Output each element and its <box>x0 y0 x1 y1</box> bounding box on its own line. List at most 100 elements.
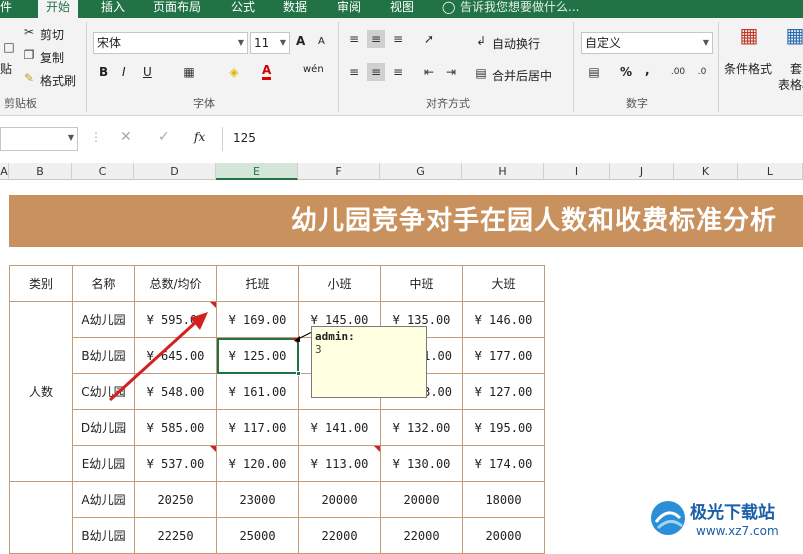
cell-total[interactable]: 22250 <box>134 517 217 554</box>
tab-home[interactable]: 开始 <box>38 0 79 18</box>
orientation-icon[interactable]: ➚ <box>420 30 438 48</box>
font-size-select[interactable]: 11 ▼ <box>250 32 290 54</box>
align-top-icon[interactable]: ≡ <box>345 30 363 48</box>
cell[interactable]: ¥ 177.00 <box>462 337 545 374</box>
format-table-button[interactable]: 套 <box>790 60 802 77</box>
header-name[interactable]: 名称 <box>72 265 135 302</box>
copy-icon[interactable]: ❐ <box>20 46 38 64</box>
column-header[interactable]: L <box>738 163 803 180</box>
formula-input[interactable]: 125 <box>222 127 803 151</box>
cell[interactable]: ¥ 174.00 <box>462 445 545 482</box>
column-header[interactable]: K <box>674 163 738 180</box>
selected-cell[interactable]: ¥ 125.00 <box>216 337 301 376</box>
paste-button[interactable]: 贴 <box>0 60 12 77</box>
column-header[interactable]: C <box>72 163 134 180</box>
format-painter-icon[interactable]: ✎ <box>20 69 38 87</box>
scissors-icon[interactable]: ✂ <box>20 23 38 41</box>
cell[interactable]: ¥ 120.00 <box>216 445 299 482</box>
header-total[interactable]: 总数/均价 <box>134 265 217 302</box>
column-header[interactable]: H <box>462 163 544 180</box>
tab-page-layout[interactable]: 页面布局 <box>153 0 201 18</box>
cell[interactable]: ¥ 146.00 <box>462 301 545 338</box>
format-painter-button[interactable]: 格式刷 <box>40 72 76 89</box>
paste-icon[interactable]: □ <box>0 38 18 56</box>
tab-view[interactable]: 视图 <box>390 0 414 18</box>
sheet-title-banner[interactable]: 幼儿园竞争对手在园人数和收费标准分析 <box>9 195 803 247</box>
percent-button[interactable]: % <box>620 65 632 79</box>
comma-button[interactable]: , <box>645 63 650 77</box>
shrink-font-button[interactable]: A <box>318 36 325 47</box>
group-label-count[interactable]: 人数 <box>9 301 73 482</box>
cell[interactable]: ¥ 127.00 <box>462 373 545 410</box>
grow-font-button[interactable]: A <box>296 34 305 48</box>
group-label-fee[interactable] <box>9 481 73 554</box>
currency-icon[interactable]: ▤ <box>585 63 603 81</box>
format-table-icon[interactable]: ▦ <box>785 25 803 52</box>
align-bottom-icon[interactable]: ≡ <box>389 30 407 48</box>
column-header[interactable]: A <box>0 163 9 180</box>
name-box[interactable]: ▼ <box>0 127 78 151</box>
cell[interactable]: 25000 <box>216 517 299 554</box>
cell[interactable]: 18000 <box>462 481 545 518</box>
cell[interactable]: 20000 <box>462 517 545 554</box>
cell[interactable]: 20000 <box>298 481 381 518</box>
row-name[interactable]: E幼儿园 <box>72 445 135 482</box>
wrap-text-button[interactable]: 自动换行 <box>492 35 540 52</box>
tab-review[interactable]: 审阅 <box>337 0 361 18</box>
phonetic-button[interactable]: wén <box>303 64 324 75</box>
font-color-button[interactable]: A <box>262 63 272 80</box>
cell[interactable]: 22000 <box>380 517 463 554</box>
insert-function-button[interactable]: fx <box>194 130 205 144</box>
copy-button[interactable]: 复制 <box>40 49 64 66</box>
row-name[interactable]: D幼儿园 <box>72 409 135 446</box>
cell[interactable]: ¥ 117.00 <box>216 409 299 446</box>
column-header[interactable]: I <box>544 163 610 180</box>
align-middle-icon[interactable]: ≡ <box>367 30 385 48</box>
cell-total[interactable]: 20250 <box>134 481 217 518</box>
merge-center-button[interactable]: 合并后居中 <box>492 67 552 84</box>
column-header[interactable]: B <box>9 163 72 180</box>
fill-color-icon[interactable]: ◈ <box>225 63 243 81</box>
tell-me-box[interactable]: 告诉我您想要做什么... <box>460 0 579 18</box>
comment-box[interactable]: admin: 3 <box>311 326 427 398</box>
merge-icon[interactable]: ▤ <box>472 64 490 82</box>
wrap-text-icon[interactable]: ↲ <box>472 32 490 50</box>
decrease-indent-icon[interactable]: ⇤ <box>420 63 438 81</box>
align-center-icon[interactable]: ≡ <box>367 63 385 81</box>
tab-formulas[interactable]: 公式 <box>231 0 255 18</box>
cell[interactable]: ¥ 161.00 <box>216 373 299 410</box>
border-icon[interactable]: ▦ <box>180 63 198 81</box>
cell[interactable]: 22000 <box>298 517 381 554</box>
conditional-format-icon[interactable]: ▦ <box>734 25 764 52</box>
align-left-icon[interactable]: ≡ <box>345 63 363 81</box>
header-category[interactable]: 类别 <box>9 265 73 302</box>
column-header[interactable]: G <box>380 163 462 180</box>
number-format-select[interactable]: 自定义 ▼ <box>581 32 713 54</box>
increase-decimal-icon[interactable]: .00 <box>669 63 687 81</box>
tab-insert[interactable]: 插入 <box>101 0 125 18</box>
cancel-icon[interactable]: ✕ <box>120 129 132 145</box>
row-name[interactable]: A幼儿园 <box>72 481 135 518</box>
cell-total[interactable]: ¥ 537.00 <box>134 445 217 482</box>
column-header[interactable]: D <box>134 163 216 180</box>
cell[interactable]: ¥ 169.00 <box>216 301 299 338</box>
column-header[interactable]: J <box>610 163 674 180</box>
italic-button[interactable]: I <box>122 65 126 79</box>
header-nursery[interactable]: 托班 <box>216 265 299 302</box>
confirm-icon[interactable]: ✓ <box>158 129 170 145</box>
cell[interactable]: ¥ 132.00 <box>380 409 463 446</box>
conditional-format-button[interactable]: 条件格式 <box>724 60 772 77</box>
tab-data[interactable]: 数据 <box>283 0 307 18</box>
cell[interactable]: ¥ 195.00 <box>462 409 545 446</box>
cell-total[interactable]: ¥ 585.00 <box>134 409 217 446</box>
row-name[interactable]: B幼儿园 <box>72 517 135 554</box>
column-header[interactable]: E <box>216 163 298 180</box>
font-name-select[interactable]: 宋体 ▼ <box>93 32 248 54</box>
cell[interactable]: ¥ 130.00 <box>380 445 463 482</box>
cell[interactable]: ¥ 113.00 <box>298 445 381 482</box>
tab-file[interactable]: 件 <box>0 0 12 18</box>
bold-button[interactable]: B <box>99 65 108 79</box>
header-large[interactable]: 大班 <box>462 265 545 302</box>
column-header[interactable]: F <box>298 163 380 180</box>
header-middle[interactable]: 中班 <box>380 265 463 302</box>
